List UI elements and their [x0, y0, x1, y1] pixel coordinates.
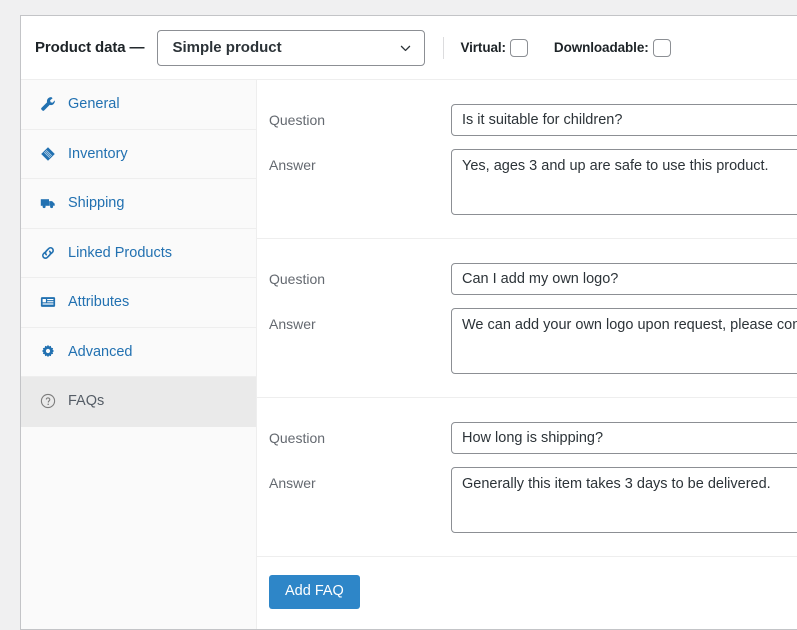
- sidebar-item-attributes[interactable]: Attributes: [21, 278, 256, 328]
- sidebar-item-inventory[interactable]: Inventory: [21, 129, 256, 179]
- sidebar-item-label: Advanced: [68, 343, 133, 360]
- virtual-checkbox-group: Virtual:: [460, 38, 528, 57]
- sidebar-item-linked-products[interactable]: Linked Products: [21, 228, 256, 278]
- faq-question-field: Question How long is shipping?: [269, 416, 797, 461]
- faq-row: Question Can I add my own logo? Answer W…: [257, 239, 797, 398]
- faq-question-input[interactable]: Can I add my own logo?: [451, 263, 797, 295]
- sidebar-item-shipping[interactable]: Shipping: [21, 179, 256, 229]
- faq-answer-textarea[interactable]: We can add your own logo upon request, p…: [451, 308, 797, 374]
- question-label: Question: [269, 430, 326, 446]
- sidebar-item-advanced[interactable]: Advanced: [21, 327, 256, 377]
- faq-question-field: Question Is it suitable for children?: [269, 98, 797, 143]
- sidebar-filler: [21, 426, 256, 629]
- link-icon: [39, 244, 56, 261]
- wrench-icon: [39, 96, 56, 113]
- box-icon: [39, 145, 56, 162]
- faq-question-field: Question Can I add my own logo?: [269, 257, 797, 302]
- faq-question-input[interactable]: How long is shipping?: [451, 422, 797, 454]
- product-type-selected-value: Simple product: [172, 39, 282, 56]
- downloadable-checkbox[interactable]: [652, 38, 671, 57]
- truck-icon: [39, 195, 56, 212]
- faq-answer-textarea[interactable]: Generally this item takes 3 days to be d…: [451, 467, 797, 533]
- downloadable-label: Downloadable:: [553, 40, 649, 55]
- product-data-tabs-column: General Inventory Shipping Linked Produc…: [21, 80, 257, 629]
- product-data-header: Product data — Simple product Virtual: D…: [21, 16, 797, 79]
- faq-row: Question How long is shipping? Answer Ge…: [257, 398, 797, 557]
- question-circle-icon: [39, 393, 56, 410]
- gear-icon: [39, 343, 56, 360]
- answer-label: Answer: [269, 475, 316, 491]
- sidebar-item-faqs[interactable]: FAQs: [21, 377, 256, 427]
- page-title: Product data —: [35, 39, 145, 56]
- question-label: Question: [269, 271, 326, 287]
- sidebar-item-label: Linked Products: [68, 244, 172, 261]
- faqs-panel: Question Is it suitable for children? An…: [257, 80, 797, 629]
- sidebar-item-label: Shipping: [68, 195, 125, 212]
- attributes-icon: [39, 294, 56, 311]
- header-divider: [443, 36, 445, 59]
- answer-label: Answer: [269, 316, 316, 332]
- virtual-checkbox[interactable]: [509, 38, 528, 57]
- sidebar-item-label: FAQs: [68, 393, 105, 410]
- sidebar-item-label: Inventory: [68, 145, 128, 162]
- answer-label: Answer: [269, 157, 316, 173]
- sidebar-item-label: Attributes: [68, 294, 130, 311]
- sidebar-item-label: General: [68, 96, 120, 113]
- downloadable-checkbox-group: Downloadable:: [553, 38, 671, 57]
- sidebar-item-general[interactable]: General: [21, 80, 256, 130]
- product-type-select[interactable]: Simple product: [157, 29, 426, 66]
- product-data-metabox: Product data — Simple product Virtual: D…: [20, 15, 797, 630]
- faq-answer-field: Answer Generally this item takes 3 days …: [269, 461, 797, 540]
- virtual-label: Virtual:: [460, 40, 506, 55]
- faq-answer-field: Answer We can add your own logo upon req…: [269, 302, 797, 381]
- faq-answer-field: Answer Yes, ages 3 and up are safe to us…: [269, 143, 797, 222]
- product-data-tabs: General Inventory Shipping Linked Produc…: [21, 80, 257, 427]
- faq-answer-textarea[interactable]: Yes, ages 3 and up are safe to use this …: [451, 149, 797, 215]
- add-faq-row: Add FAQ: [257, 557, 797, 629]
- chevron-down-icon: [399, 41, 412, 54]
- faq-question-input[interactable]: Is it suitable for children?: [451, 104, 797, 136]
- faq-row: Question Is it suitable for children? An…: [257, 80, 797, 239]
- product-data-body: General Inventory Shipping Linked Produc…: [21, 79, 797, 629]
- question-label: Question: [269, 112, 326, 128]
- add-faq-button[interactable]: Add FAQ: [269, 575, 360, 609]
